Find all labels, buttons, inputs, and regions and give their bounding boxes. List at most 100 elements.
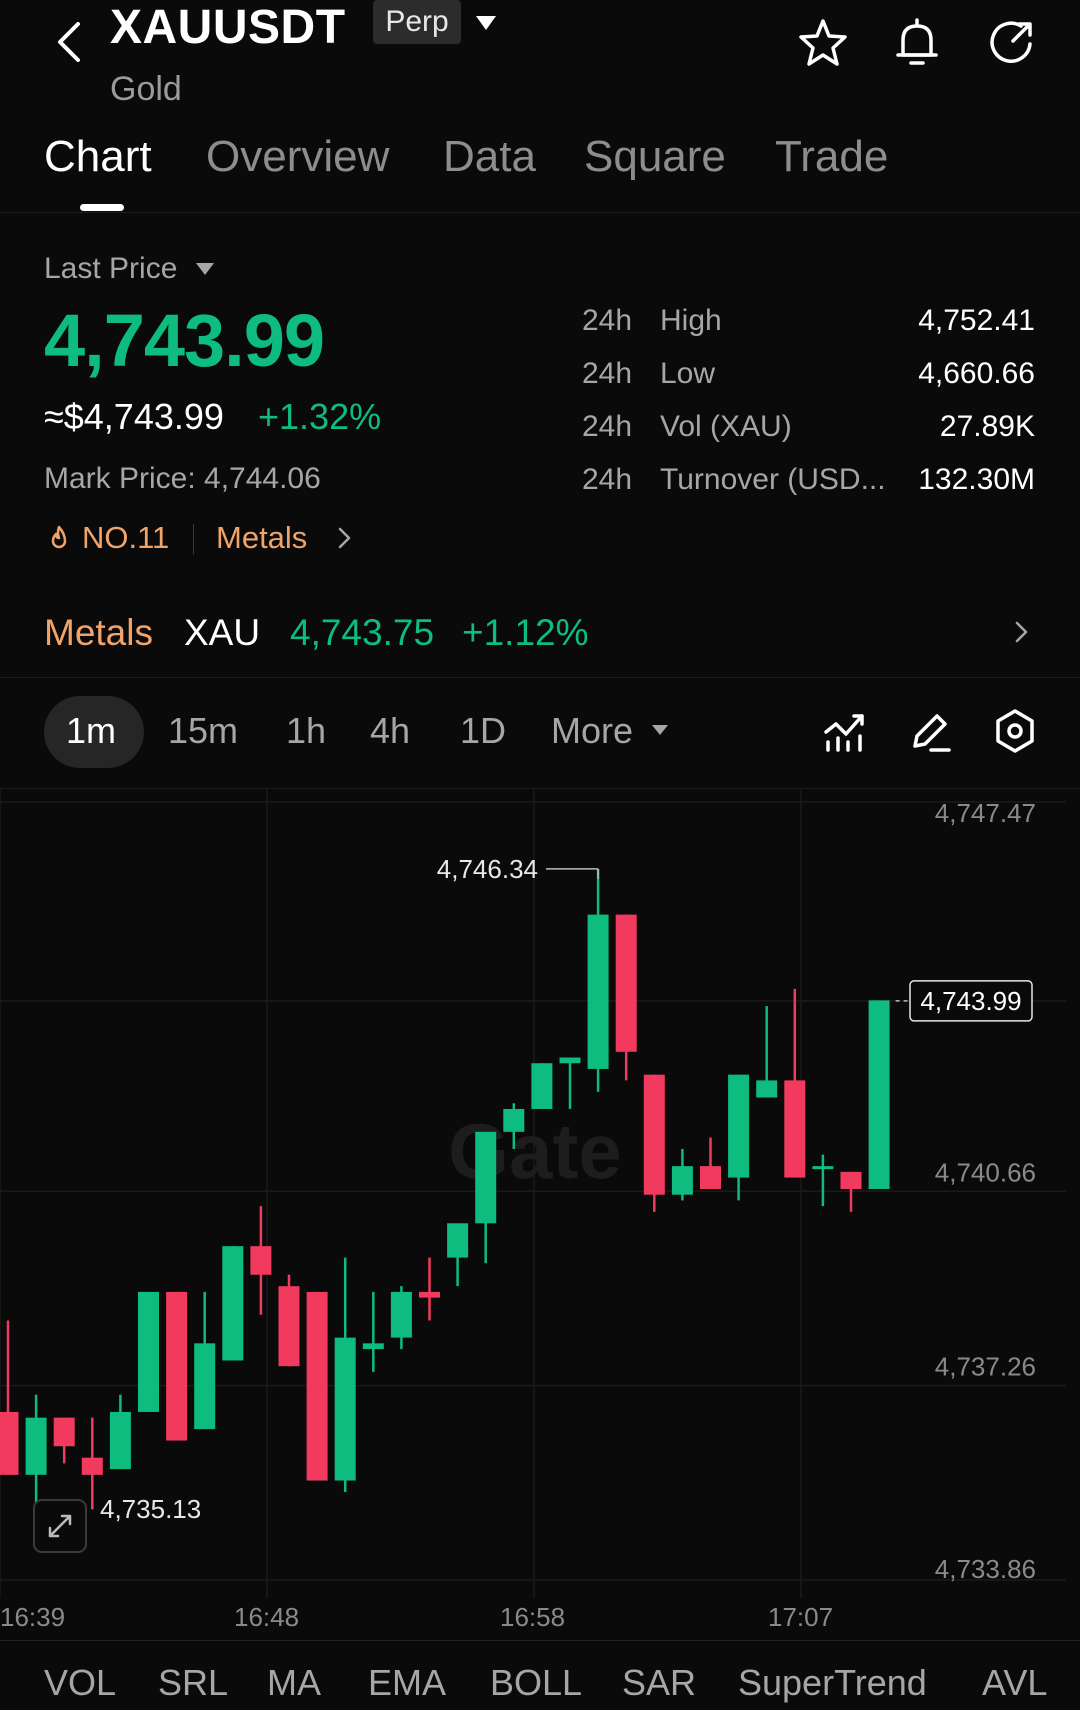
chart-settings-icon[interactable]	[990, 706, 1040, 756]
rank-badge[interactable]: NO.11	[82, 520, 169, 556]
indicator-avl[interactable]: AVL	[982, 1662, 1047, 1704]
high-price-label: 4,746.34	[437, 854, 538, 884]
candle-body	[194, 1343, 216, 1430]
candle	[53, 1417, 75, 1464]
divider	[193, 524, 194, 554]
interval-1m[interactable]: 1m	[66, 710, 116, 752]
indicator-boll[interactable]: BOLL	[490, 1662, 582, 1704]
price-type-dropdown-icon[interactable]	[194, 260, 216, 278]
indicator-srl[interactable]: SRL	[158, 1662, 228, 1704]
candle-body	[390, 1291, 412, 1338]
symbol-subname: Gold	[110, 70, 182, 108]
candle-body	[334, 1337, 356, 1481]
interval-15m[interactable]: 15m	[168, 710, 238, 752]
candle-body	[447, 1223, 469, 1258]
interval-4h[interactable]: 4h	[370, 710, 410, 752]
candle	[643, 1074, 665, 1212]
candle	[812, 1154, 834, 1207]
tab-trade[interactable]: Trade	[775, 132, 888, 182]
interval-1d[interactable]: 1D	[460, 710, 506, 752]
chevron-right-icon[interactable]	[333, 525, 355, 551]
candle-body	[840, 1171, 862, 1189]
tab-data[interactable]: Data	[443, 132, 536, 182]
candle-body	[671, 1166, 693, 1195]
indicator-vol[interactable]: VOL	[44, 1662, 116, 1704]
contract-badge[interactable]: Perp	[373, 0, 461, 44]
stat-label-low: Low	[660, 357, 716, 390]
x-axis: 16:39 16:48 16:58 17:07	[0, 1598, 1080, 1638]
candle-body	[278, 1286, 300, 1367]
candle-body	[643, 1074, 665, 1195]
divider	[0, 212, 1080, 213]
candle	[166, 1291, 188, 1441]
indicator-sar[interactable]: SAR	[622, 1662, 696, 1704]
candle	[250, 1206, 272, 1315]
indicator-ema[interactable]: EMA	[368, 1662, 446, 1704]
draw-tool-icon[interactable]	[905, 706, 955, 756]
sector-link[interactable]: Metals	[216, 520, 307, 556]
symbol-title[interactable]: XAUUSDT	[110, 0, 346, 55]
last-price: 4,743.99	[44, 299, 325, 382]
candle	[334, 1257, 356, 1492]
tab-chart[interactable]: Chart	[44, 132, 152, 182]
gate-watermark: Gate	[448, 1107, 621, 1195]
indicator-icon[interactable]	[820, 706, 870, 756]
metals-label[interactable]: Metals	[44, 612, 153, 654]
metals-change: +1.12%	[462, 612, 589, 653]
candle	[447, 1223, 469, 1287]
candle-body	[756, 1080, 778, 1098]
stat-label-turnover: Turnover (USD...	[660, 463, 886, 496]
tab-overview[interactable]: Overview	[206, 132, 389, 182]
candle	[559, 1057, 581, 1109]
stat-period: 24h	[582, 410, 633, 443]
candle-body	[53, 1417, 75, 1447]
stat-label-high: High	[660, 304, 722, 337]
candle	[531, 1063, 553, 1109]
share-icon[interactable]	[983, 15, 1039, 71]
y-axis-label: 4,740.66	[935, 1157, 1036, 1187]
metals-symbol[interactable]: XAU	[184, 612, 260, 654]
stat-period: 24h	[582, 357, 633, 390]
stat-value-low: 4,660.66	[918, 357, 1035, 390]
back-arrow-icon[interactable]	[40, 12, 100, 72]
candle-body	[419, 1291, 440, 1298]
candle-body	[362, 1343, 384, 1350]
bell-icon[interactable]	[889, 15, 945, 71]
y-axis-label: 4,733.86	[935, 1554, 1036, 1584]
candle-body	[615, 914, 637, 1052]
candle-body	[250, 1246, 272, 1275]
tab-square[interactable]: Square	[584, 132, 726, 182]
indicator-ma[interactable]: MA	[267, 1662, 321, 1704]
x-axis-label: 16:48	[234, 1602, 300, 1632]
candle	[0, 1320, 19, 1475]
candlestick-chart[interactable]: Gate 4,747.47 4,740.66 4,737.26 4,733.86 4,…	[0, 788, 1080, 1598]
candle-body	[0, 1411, 19, 1475]
candle-body	[812, 1166, 834, 1170]
candle	[25, 1394, 47, 1504]
fullscreen-icon[interactable]	[33, 1499, 87, 1553]
candle-body	[109, 1411, 131, 1470]
symbol-dropdown-icon[interactable]	[473, 10, 499, 36]
chevron-right-icon[interactable]	[1010, 618, 1032, 646]
candle	[475, 1131, 497, 1264]
candle-body	[531, 1063, 553, 1109]
candle-body	[222, 1246, 244, 1361]
interval-1h[interactable]: 1h	[286, 710, 326, 752]
candle	[362, 1291, 384, 1372]
low-price-label: 4,735.13	[100, 1494, 201, 1524]
metals-price: 4,743.75	[290, 612, 435, 653]
candle-body	[784, 1080, 806, 1178]
candle	[194, 1291, 216, 1430]
candle	[587, 868, 609, 1092]
stat-value-turnover: 132.30M	[918, 463, 1035, 496]
interval-more[interactable]: More	[551, 710, 633, 752]
star-icon[interactable]	[795, 15, 851, 71]
candle	[109, 1394, 131, 1470]
candle	[615, 914, 637, 1081]
chevron-down-icon[interactable]	[650, 722, 670, 738]
last-price-label[interactable]: Last Price	[44, 252, 177, 286]
candle-body	[868, 1000, 890, 1189]
active-tab-indicator	[80, 204, 124, 211]
candle	[868, 1000, 890, 1189]
indicator-supertrend[interactable]: SuperTrend	[738, 1662, 927, 1704]
